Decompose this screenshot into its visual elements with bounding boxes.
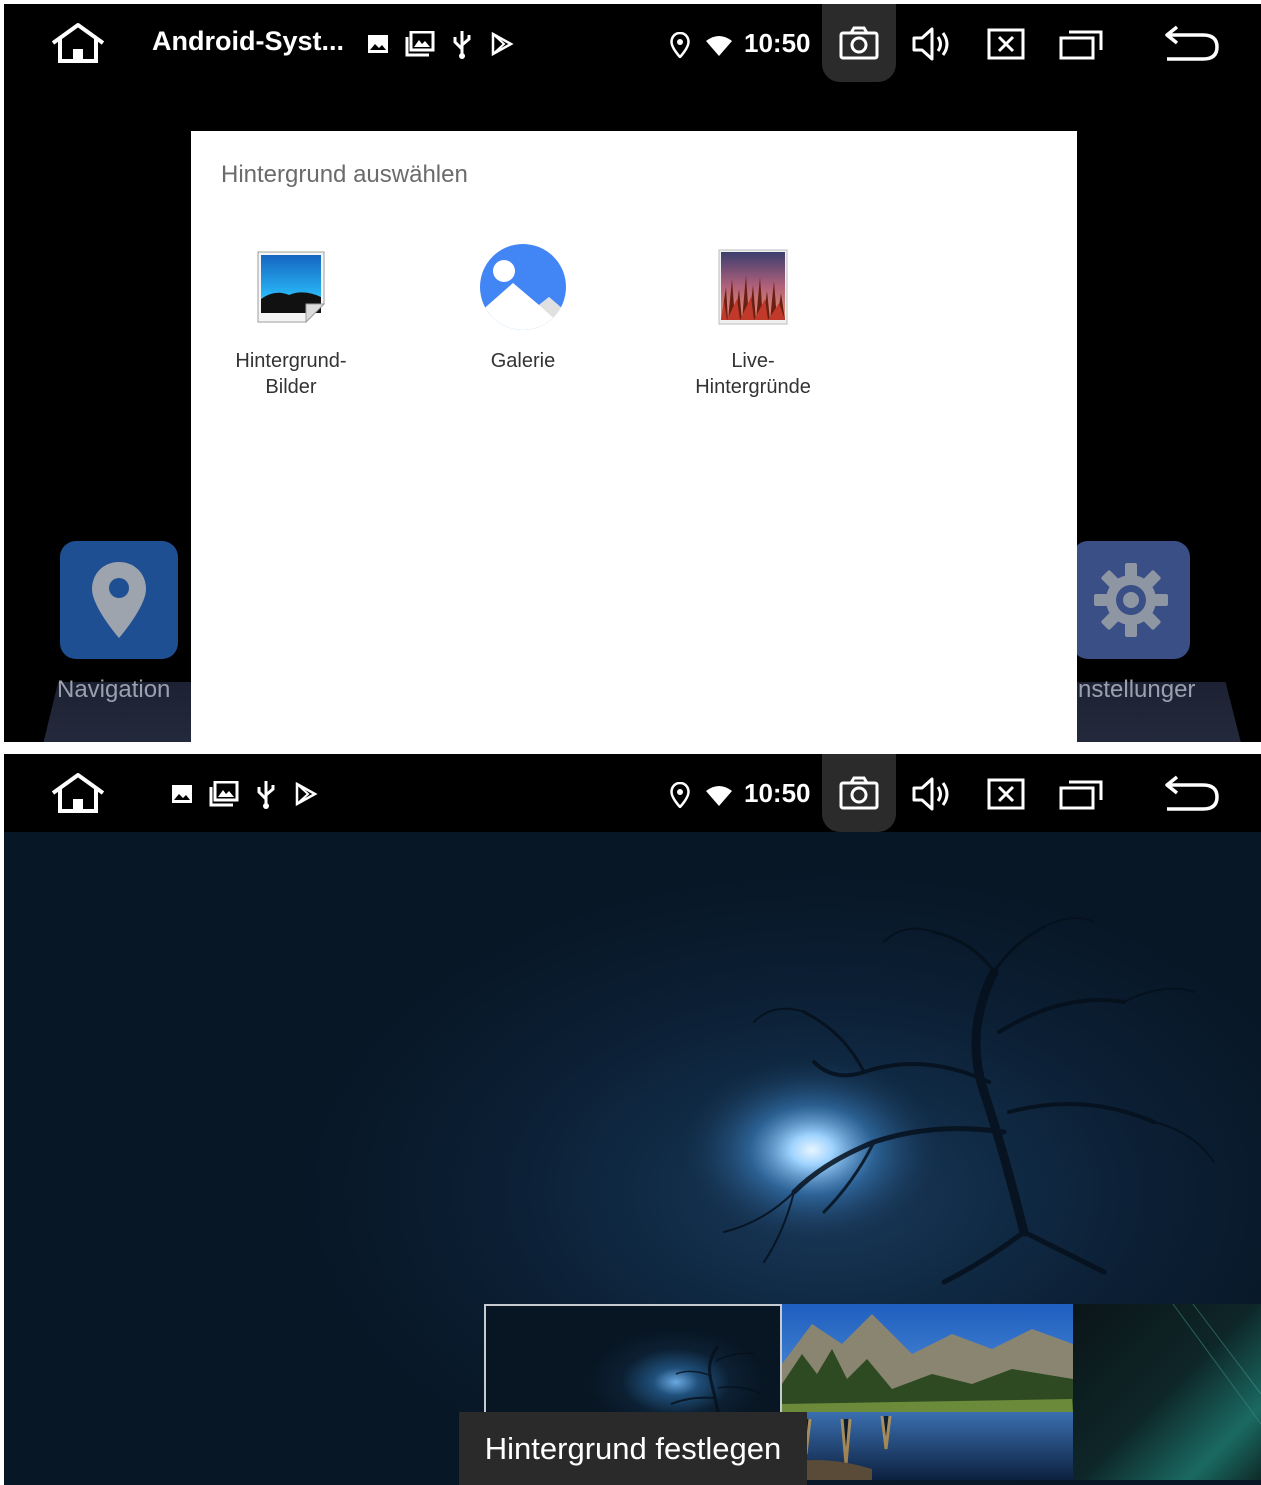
wifi-icon bbox=[704, 34, 734, 58]
camera-icon bbox=[839, 26, 879, 60]
location-icon bbox=[668, 30, 692, 60]
wallpaper-preview bbox=[4, 832, 1261, 1485]
wallpaper-pictures-icon bbox=[245, 241, 337, 333]
back-icon[interactable] bbox=[1162, 22, 1222, 64]
usb-icon bbox=[450, 28, 474, 60]
recent-apps-icon[interactable] bbox=[1058, 776, 1104, 812]
dialog-title: Hintergrund auswählen bbox=[221, 161, 468, 188]
image-icon bbox=[170, 782, 194, 806]
wifi-icon bbox=[704, 784, 734, 808]
camera-icon bbox=[839, 776, 879, 810]
recent-apps-icon[interactable] bbox=[1058, 26, 1104, 62]
status-bar: Android-Syst... 10:50 bbox=[4, 4, 1261, 82]
close-window-icon[interactable] bbox=[986, 776, 1026, 812]
location-icon bbox=[668, 780, 692, 810]
settings-app-tile[interactable] bbox=[1072, 541, 1190, 659]
volume-icon[interactable] bbox=[910, 774, 954, 814]
status-bar: 10:50 bbox=[4, 754, 1261, 832]
gallery-icon bbox=[404, 30, 436, 58]
wallpaper-thumbnail[interactable] bbox=[782, 1304, 1073, 1480]
screen-wallpaper-chooser: Navigation nstellunger Android-Syst... 1… bbox=[4, 4, 1261, 742]
home-icon[interactable] bbox=[48, 20, 108, 66]
map-pin-icon bbox=[92, 562, 146, 638]
gallery-app-icon bbox=[477, 241, 569, 333]
gallery-icon bbox=[208, 780, 240, 808]
close-window-icon[interactable] bbox=[986, 26, 1026, 62]
dark-abstract-thumbnail bbox=[1172, 1304, 1261, 1425]
mountain-lake-thumbnail bbox=[782, 1304, 1073, 1480]
back-icon[interactable] bbox=[1162, 772, 1222, 814]
app-title: Android-Syst... bbox=[152, 26, 345, 56]
clock: 10:50 bbox=[744, 28, 811, 58]
option-live-wallpapers[interactable]: Live- Hintergründe bbox=[643, 241, 863, 400]
play-store-icon bbox=[488, 30, 516, 58]
option-label: Galerie bbox=[490, 350, 556, 372]
navigation-label: Navigation bbox=[57, 676, 171, 703]
screenshot-button[interactable] bbox=[822, 4, 896, 82]
navigation-app-tile[interactable] bbox=[60, 541, 178, 659]
image-icon bbox=[366, 32, 390, 56]
set-wallpaper-button[interactable]: Hintergrund festlegen bbox=[459, 1412, 807, 1485]
option-label: Hintergrund- Bilder bbox=[235, 350, 347, 398]
play-store-icon bbox=[292, 780, 320, 808]
screenshot-button[interactable] bbox=[822, 754, 896, 832]
option-label: Live- Hintergründe bbox=[695, 350, 811, 398]
clock: 10:50 bbox=[744, 778, 811, 808]
settings-label: nstellunger bbox=[1078, 676, 1196, 703]
wallpaper-thumbnail[interactable] bbox=[1073, 1304, 1261, 1480]
option-gallery[interactable]: Galerie bbox=[413, 241, 633, 374]
home-icon[interactable] bbox=[48, 770, 108, 816]
live-wallpapers-icon bbox=[707, 241, 799, 333]
gear-icon bbox=[1094, 563, 1168, 637]
usb-icon bbox=[254, 778, 278, 810]
option-wallpaper-pictures[interactable]: Hintergrund- Bilder bbox=[181, 241, 401, 400]
screen-wallpaper-preview: 10:50 Hintergrund festlegen bbox=[4, 754, 1261, 1485]
wallpaper-chooser-dialog: Hintergrund auswählen Hintergrund- Bilde… bbox=[191, 131, 1077, 742]
volume-icon[interactable] bbox=[910, 24, 954, 64]
